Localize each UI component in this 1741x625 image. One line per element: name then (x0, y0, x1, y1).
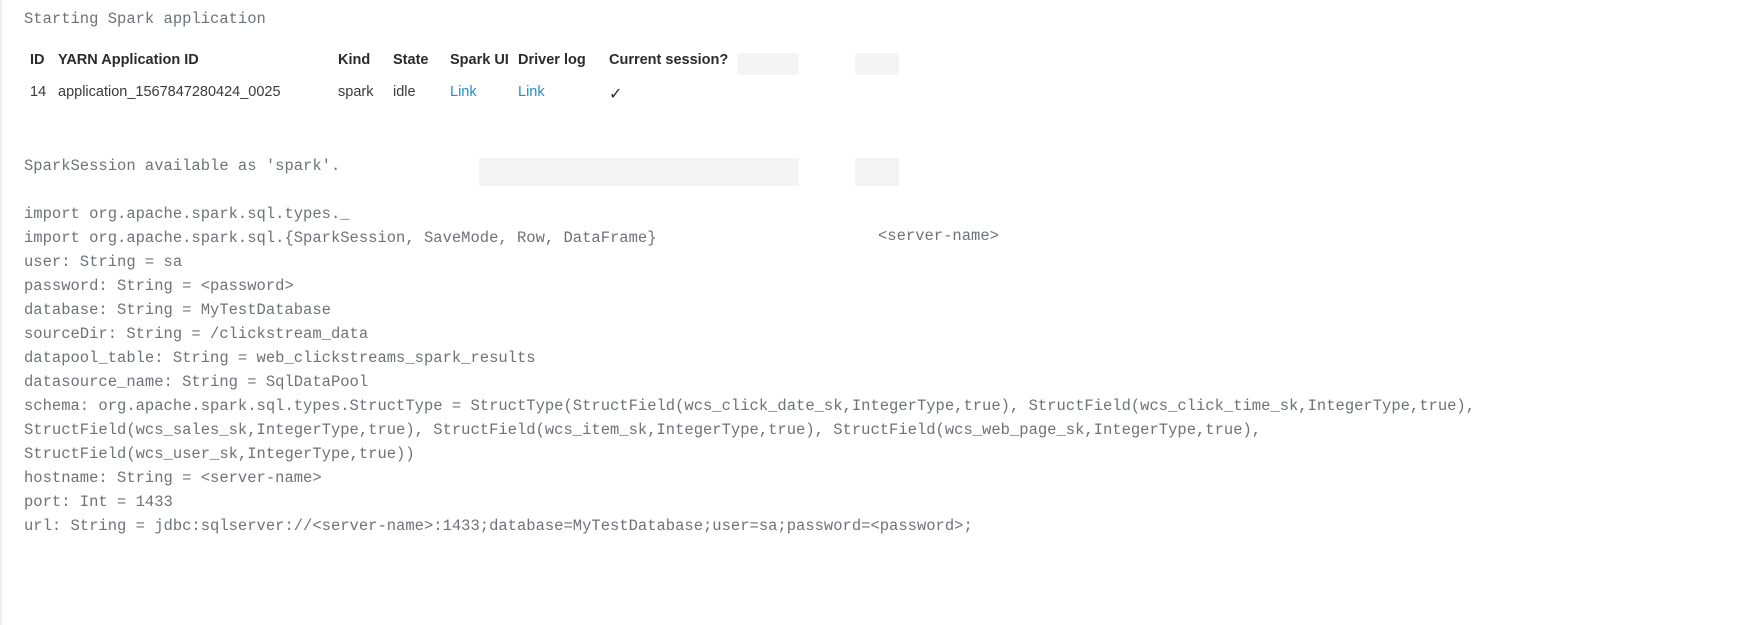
column-header-state: State (393, 52, 429, 68)
cell-state: idle (393, 84, 416, 100)
log-line: sourceDir: String = /clickstream_data (24, 325, 369, 343)
log-line: schema: org.apache.spark.sql.types.Struc… (24, 397, 1476, 415)
cell-id: 14 (30, 84, 47, 100)
column-header-current-session: Current session? (609, 52, 729, 68)
starting-spark-application-message: Starting Spark application (24, 10, 266, 28)
column-header-driver-log: Driver log (518, 52, 586, 68)
log-line-blank (24, 178, 1741, 202)
column-header-yarn-application-id: YARN Application ID (58, 52, 199, 68)
log-line: hostname: String = <server-name> (24, 469, 322, 487)
cell-left-rule (0, 0, 2, 625)
log-line: database: String = MyTestDatabase (24, 301, 331, 319)
log-line: datasource_name: String = SqlDataPool (24, 373, 369, 391)
log-line: import org.apache.spark.sql.types._ (24, 205, 350, 223)
floating-server-name-text: <server-name> (878, 227, 999, 245)
log-line: password: String = <password> (24, 277, 294, 295)
checkmark-icon: ✓ (609, 86, 623, 103)
log-line: StructField(wcs_user_sk,IntegerType,true… (24, 445, 415, 463)
cell-current-session: ✓ (609, 84, 749, 104)
spark-session-table: ID YARN Application ID Kind State Spark … (24, 52, 749, 104)
column-header-kind: Kind (338, 52, 371, 68)
log-line: url: String = jdbc:sqlserver://<server-n… (24, 517, 973, 535)
table-header-row: ID YARN Application ID Kind State Spark … (24, 52, 749, 84)
table-row: 14 application_1567847280424_0025 spark … (24, 84, 749, 104)
column-header-id: ID (30, 52, 45, 68)
placeholder-block (855, 53, 899, 75)
column-header-spark-ui: Spark UI (450, 52, 509, 68)
driver-log-link[interactable]: Link (518, 84, 545, 100)
notebook-output-cell: Starting Spark application ID YARN Appli… (0, 0, 1741, 625)
output-content: Starting Spark application ID YARN Appli… (24, 0, 1741, 625)
spark-ui-link[interactable]: Link (450, 84, 477, 100)
cell-spark-ui: Link (450, 84, 518, 104)
cell-kind: spark (338, 84, 374, 100)
cell-yarn-application-id: application_1567847280424_0025 (58, 84, 281, 100)
log-line: StructField(wcs_sales_sk,IntegerType,tru… (24, 421, 1262, 439)
log-line: port: Int = 1433 (24, 493, 173, 511)
log-line: datapool_table: String = web_clickstream… (24, 349, 536, 367)
cell-driver-log: Link (518, 84, 609, 104)
output-log: SparkSession available as 'spark'. impor… (24, 154, 1741, 538)
log-line: SparkSession available as 'spark'. (24, 157, 341, 175)
log-line: user: String = sa (24, 253, 183, 271)
